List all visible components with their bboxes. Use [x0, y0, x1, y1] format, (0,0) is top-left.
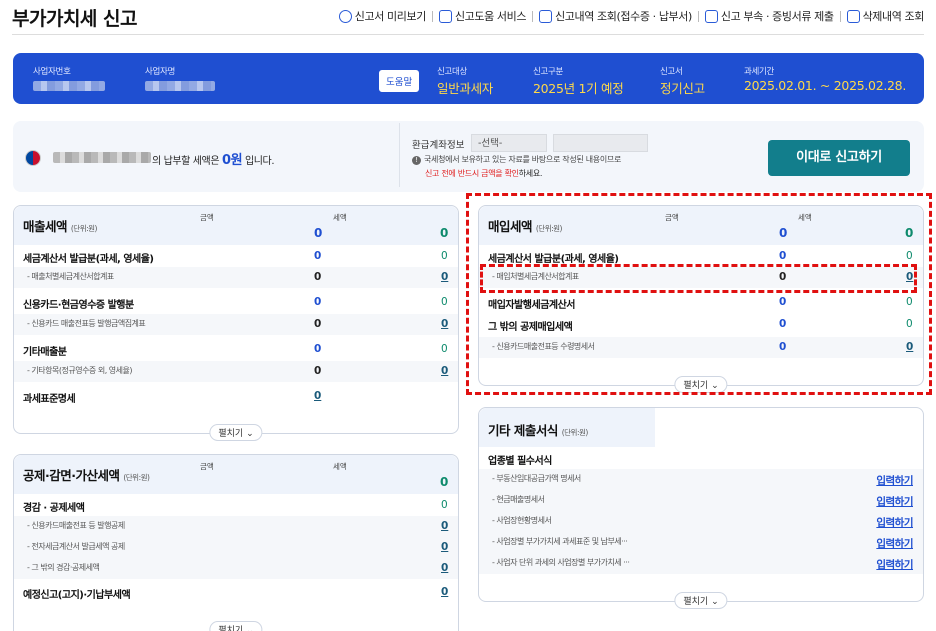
- trash-icon: [846, 9, 860, 23]
- input-link[interactable]: 입력하기: [876, 557, 913, 572]
- table-row: 신용카드·현금영수증 발행분 0 0: [23, 296, 448, 311]
- monitor-icon: [438, 9, 452, 23]
- amount-header: 금액: [200, 213, 214, 222]
- upload-icon: [704, 9, 718, 23]
- prepaid-tax-link[interactable]: 0: [441, 586, 448, 598]
- section-heading: 업종별 필수서식: [488, 456, 552, 467]
- tax-header: 세액: [333, 213, 347, 222]
- biz-name-label: 사업자명: [145, 67, 176, 77]
- input-link[interactable]: 입력하기: [876, 494, 913, 509]
- help-service-label: 신고도움 서비스: [454, 10, 527, 23]
- table-row: 예정신고(고지)·기납부세액 0: [23, 586, 449, 601]
- biz-no-masked: [33, 81, 105, 91]
- biz-no-label: 사업자번호: [33, 67, 71, 77]
- taxpayer-name-masked: [53, 152, 151, 163]
- card-deduct-link[interactable]: 0: [441, 520, 448, 532]
- deleted-label: 삭제내역 조회: [862, 10, 925, 23]
- tax-header: 세액: [333, 462, 347, 471]
- attach-label: 신고 부속 · 증빙서류 제출: [720, 10, 834, 23]
- notice-line2: 신고 전에 반드시 금액을 확인하세요.: [425, 169, 543, 178]
- target-label: 신고대상: [437, 67, 468, 77]
- table-row: - 신용카드 매출전표등 발행금액집계표 0 0: [14, 314, 458, 335]
- purchase-invoice-highlight-box: [480, 264, 917, 293]
- document-icon: [539, 9, 553, 23]
- table-row: - 전자세금계산서 발급세액 공제 0: [14, 537, 458, 558]
- input-link[interactable]: 입력하기: [876, 515, 913, 530]
- type-value: 2025년 1기 예정: [533, 81, 624, 96]
- history-link[interactable]: 신고내역 조회(접수증 · 납부서): [539, 8, 692, 24]
- table-row: 세금계산서 발급분(과세, 영세율) 0 0: [23, 250, 448, 265]
- other-title: 기타 제출서식 (단위:원): [488, 423, 588, 438]
- period-label: 과세기간: [744, 67, 775, 77]
- notice-line1: ! 국세청에서 보유하고 있는 자료를 바탕으로 작성된 내용이므로: [412, 154, 621, 165]
- other-expand-button[interactable]: 펼치기 ⌄: [674, 592, 728, 609]
- help-service-link[interactable]: 신고도움 서비스: [438, 8, 527, 24]
- preview-link[interactable]: 신고서 미리보기: [338, 8, 427, 24]
- korea-flag-icon: [25, 150, 41, 166]
- sales-total-amount: 0: [314, 226, 323, 240]
- sales-invoice-link[interactable]: 0: [441, 271, 448, 283]
- table-row: - 신용카드매출전표 등 발행공제 0: [14, 516, 458, 537]
- deduct-title: 공제·감면·가산세액 (단위:원): [23, 468, 150, 483]
- history-label: 신고내역 조회(접수증 · 납부서): [555, 10, 692, 23]
- deduction-card: 공제·감면·가산세액 (단위:원) 금액 세액 0 경감 · 공제세액 0 - 신…: [13, 454, 459, 631]
- amount-header: 금액: [200, 462, 214, 471]
- table-row: 과세표준명세 0: [23, 390, 322, 405]
- list-item: - 현금매출명세서 입력하기: [479, 490, 923, 511]
- info-icon: !: [412, 156, 421, 165]
- sales-expand-button[interactable]: 펼치기 ⌄: [209, 424, 263, 441]
- list-item: - 사업장별 부가가치세 과세표준 및 납부세··· 입력하기: [479, 532, 923, 553]
- tax-text-pre: 의 납부할 세액은: [152, 156, 220, 167]
- list-item: - 사업장현황명세서 입력하기: [479, 511, 923, 532]
- tax-summary: 의 납부할 세액은 0원 입니다.: [152, 149, 275, 168]
- deleted-link[interactable]: 삭제내역 조회: [846, 8, 925, 24]
- tax-text-post: 입니다.: [244, 156, 275, 167]
- taxpayer-banner: 사업자번호 사업자명 도움말 신고대상 일반과세자 신고구분 2025년 1기 …: [13, 53, 924, 104]
- refund-bank-select[interactable]: -선택-: [471, 134, 547, 152]
- top-nav: 신고서 미리보기 신고도움 서비스 신고내역 조회(접수증 · 납부서) 신고 …: [338, 8, 925, 24]
- other-deduct-link[interactable]: 0: [441, 562, 448, 574]
- biz-name-masked: [145, 81, 215, 91]
- period-value: 2025.02.01. ~ 2025.02.28.: [744, 78, 907, 93]
- type-label: 신고구분: [533, 67, 564, 77]
- attach-link[interactable]: 신고 부속 · 증빙서류 제출: [704, 8, 834, 24]
- table-row: - 매출처별세금계산서합계표 0 0: [14, 267, 458, 288]
- table-row: - 기타항목(정규영수증 외, 영세율) 0 0: [14, 361, 458, 382]
- sales-tax-card: 매출세액 (단위:원) 금액 세액 0 0 세금계산서 발급분(과세, 영세율)…: [13, 205, 459, 441]
- submit-return-button[interactable]: 이대로 신고하기: [768, 140, 910, 176]
- other-sales-link[interactable]: 0: [441, 365, 448, 377]
- deduct-expand-button[interactable]: 펼치기 ⌄: [209, 621, 263, 631]
- input-link[interactable]: 입력하기: [876, 473, 913, 488]
- table-row: 경감 · 공제세액 0: [23, 499, 448, 514]
- e-invoice-deduct-link[interactable]: 0: [441, 541, 448, 553]
- notice-warning: 신고 전에 반드시 금액을 확인: [425, 169, 519, 178]
- refund-account-input[interactable]: [553, 134, 648, 152]
- form-label: 신고서: [660, 67, 683, 77]
- preview-label: 신고서 미리보기: [354, 10, 427, 23]
- deduct-total-tax: 0: [440, 475, 449, 489]
- target-value: 일반과세자: [437, 81, 494, 96]
- table-row: 기타매출분 0 0: [23, 343, 448, 358]
- tax-base-link[interactable]: 0: [314, 390, 321, 402]
- tax-amount: 0원: [221, 153, 243, 168]
- list-item: - 부동산임대공급가액 명세서 입력하기: [479, 469, 923, 490]
- input-link[interactable]: 입력하기: [876, 536, 913, 551]
- card-sales-link[interactable]: 0: [441, 318, 448, 330]
- table-row: - 그 밖의 경감·공제세액 0: [14, 558, 458, 579]
- search-icon: [338, 9, 352, 23]
- form-value: 정기신고: [660, 81, 705, 96]
- refund-label: 환급계좌정보: [412, 140, 465, 151]
- page-title: 부가가치세 신고: [12, 8, 137, 30]
- sales-total-tax: 0: [440, 226, 449, 240]
- other-forms-card: 기타 제출서식 (단위:원) 업종별 필수서식 - 부동산임대공급가액 명세서 입…: [478, 407, 924, 609]
- list-item: - 사업자 단위 과세의 사업장별 부가가치세 ··· 입력하기: [479, 553, 923, 574]
- purchase-highlight-box: [466, 193, 932, 395]
- help-button[interactable]: 도움말: [379, 70, 420, 92]
- sales-title: 매출세액 (단위:원): [23, 219, 97, 234]
